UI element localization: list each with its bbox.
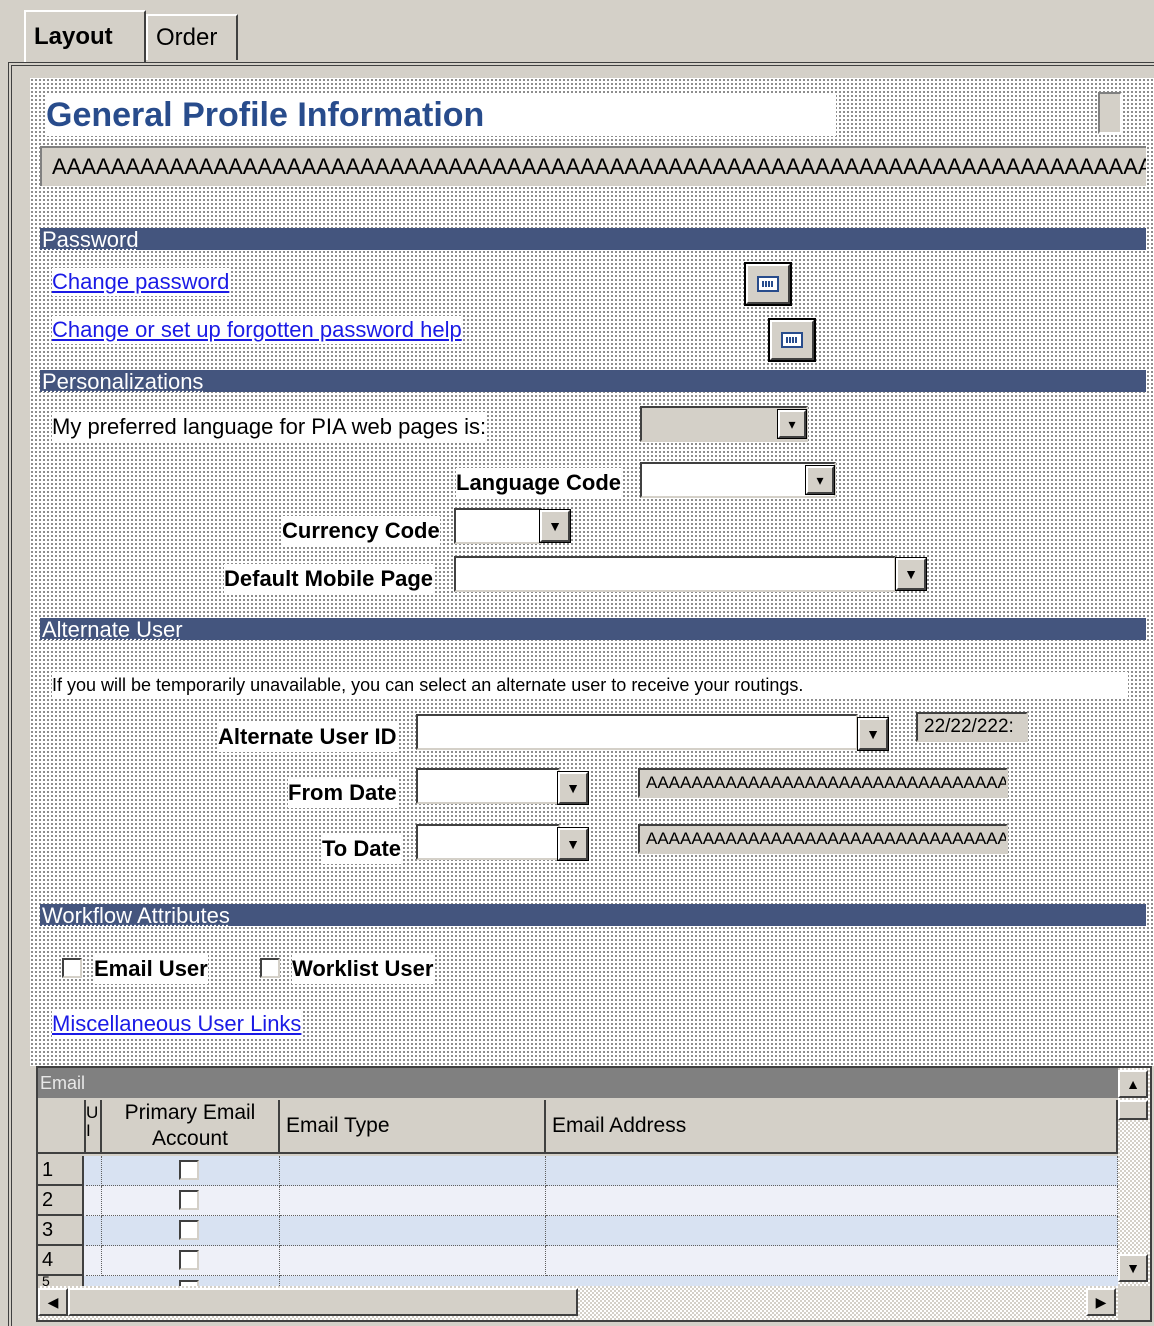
column-header-email-address[interactable]: Email Address [546, 1100, 1118, 1154]
dropdown-arrow-icon[interactable]: ▼ [895, 557, 927, 591]
column-header-primary[interactable]: Primary Email Account [102, 1100, 280, 1154]
default-mobile-page-label: Default Mobile Page [224, 564, 434, 594]
email-address-cell[interactable] [546, 1156, 1118, 1186]
email-user-checkbox[interactable] [62, 958, 82, 978]
row-number: 4 [38, 1246, 84, 1276]
alternate-user-info: If you will be temporarily unavailable, … [52, 672, 1128, 698]
dropdown-arrow-icon[interactable]: ▼ [557, 827, 589, 861]
row-number: 5 [38, 1276, 84, 1286]
forgotten-password-help-button[interactable] [768, 318, 816, 362]
vertical-scrollbar[interactable]: ▲ ▼ [1118, 1068, 1150, 1286]
ui-cell [86, 1246, 102, 1276]
tab-layout[interactable]: Layout [24, 10, 146, 62]
row-number: 3 [38, 1216, 84, 1246]
primary-email-checkbox[interactable] [179, 1250, 199, 1270]
section-header-personalizations: Personalizations [40, 370, 1146, 392]
alternate-user-id-label: Alternate User ID [218, 722, 397, 752]
change-password-button[interactable] [744, 262, 792, 306]
email-type-cell[interactable] [280, 1186, 546, 1216]
description-field[interactable]: AAAAAAAAAAAAAAAAAAAAAAAAAAAAAAAAAAAAAAAA… [40, 146, 1146, 186]
ui-cell [86, 1156, 102, 1186]
row-number: 1 [38, 1156, 84, 1186]
hidden-field-box[interactable] [1098, 92, 1122, 134]
dropdown-arrow-icon[interactable]: ▾ [805, 465, 835, 495]
column-header-email-type[interactable]: Email Type [280, 1100, 546, 1154]
primary-email-checkbox[interactable] [179, 1160, 199, 1180]
email-grid-title: Email [38, 1068, 1118, 1098]
table-row: 5 [38, 1276, 1118, 1286]
primary-email-checkbox[interactable] [179, 1220, 199, 1240]
scroll-left-arrow-icon[interactable]: ◀ [38, 1288, 68, 1316]
scroll-right-arrow-icon[interactable]: ▶ [1086, 1288, 1116, 1316]
dropdown-arrow-icon[interactable]: ▼ [557, 771, 589, 805]
currency-code-label: Currency Code [282, 516, 440, 546]
page-title: General Profile Information [46, 94, 836, 136]
scrollbar-thumb[interactable] [68, 1288, 578, 1316]
misc-user-links[interactable]: Miscellaneous User Links [52, 1010, 302, 1038]
preferred-language-label: My preferred language for PIA web pages … [52, 412, 487, 442]
scrollbar-thumb[interactable] [1118, 1100, 1148, 1120]
from-date-description: AAAAAAAAAAAAAAAAAAAAAAAAAAAAAAAAAA [638, 768, 1008, 798]
page-prompt-icon [781, 332, 803, 348]
change-password-link[interactable]: Change password [52, 268, 230, 296]
email-address-cell[interactable] [546, 1246, 1118, 1276]
worklist-user-checkbox[interactable] [260, 958, 280, 978]
email-type-cell[interactable] [280, 1156, 546, 1186]
table-row: 4 [38, 1246, 1118, 1276]
to-date-label: To Date [322, 834, 402, 864]
worklist-user-label: Worklist User [292, 954, 434, 984]
column-header-ui: U I [86, 1100, 102, 1154]
column-header-rownum [38, 1100, 86, 1154]
primary-cell [102, 1216, 280, 1246]
language-code-label: Language Code [456, 468, 622, 498]
default-mobile-page-input[interactable] [454, 556, 896, 592]
dropdown-arrow-icon[interactable]: ▼ [539, 509, 571, 543]
currency-code-input[interactable] [454, 508, 542, 544]
scroll-up-arrow-icon[interactable]: ▲ [1118, 1070, 1148, 1098]
row-number: 2 [38, 1186, 84, 1216]
table-row: 3 [38, 1216, 1118, 1246]
email-type-cell[interactable] [280, 1246, 546, 1276]
from-date-label: From Date [288, 778, 397, 808]
section-header-alternate-user: Alternate User [40, 618, 1146, 640]
email-address-cell[interactable] [546, 1216, 1118, 1246]
dropdown-arrow-icon[interactable]: ▼ [857, 717, 889, 751]
primary-cell [102, 1276, 280, 1286]
email-user-label: Email User [94, 954, 208, 984]
primary-email-checkbox[interactable] [179, 1190, 199, 1210]
alternate-user-date: 22/22/222: [916, 712, 1028, 742]
page-prompt-icon [757, 276, 779, 292]
table-row: 2 [38, 1186, 1118, 1216]
primary-cell [102, 1186, 280, 1216]
horizontal-scrollbar[interactable]: ◀ ▶ [38, 1286, 1118, 1320]
to-date-input[interactable] [416, 824, 560, 860]
tab-order[interactable]: Order [146, 14, 238, 60]
to-date-description: AAAAAAAAAAAAAAAAAAAAAAAAAAAAAAAAAA [638, 824, 1008, 854]
section-header-password: Password [40, 228, 1146, 250]
section-header-workflow: Workflow Attributes [40, 904, 1146, 926]
ui-cell [86, 1216, 102, 1246]
alternate-user-id-input[interactable] [416, 714, 858, 750]
forgotten-password-help-link[interactable]: Change or set up forgotten password help [52, 316, 462, 344]
email-type-cell[interactable] [280, 1216, 546, 1246]
dropdown-arrow-icon[interactable]: ▾ [777, 409, 807, 439]
ui-cell [86, 1186, 102, 1216]
from-date-input[interactable] [416, 768, 560, 804]
email-grid: Email U I Primary Email Account Email Ty… [36, 1066, 1152, 1322]
table-row: 1 [38, 1156, 1118, 1186]
primary-cell [102, 1156, 280, 1186]
email-address-cell[interactable] [546, 1186, 1118, 1216]
primary-cell [102, 1246, 280, 1276]
scroll-down-arrow-icon[interactable]: ▼ [1118, 1254, 1148, 1282]
